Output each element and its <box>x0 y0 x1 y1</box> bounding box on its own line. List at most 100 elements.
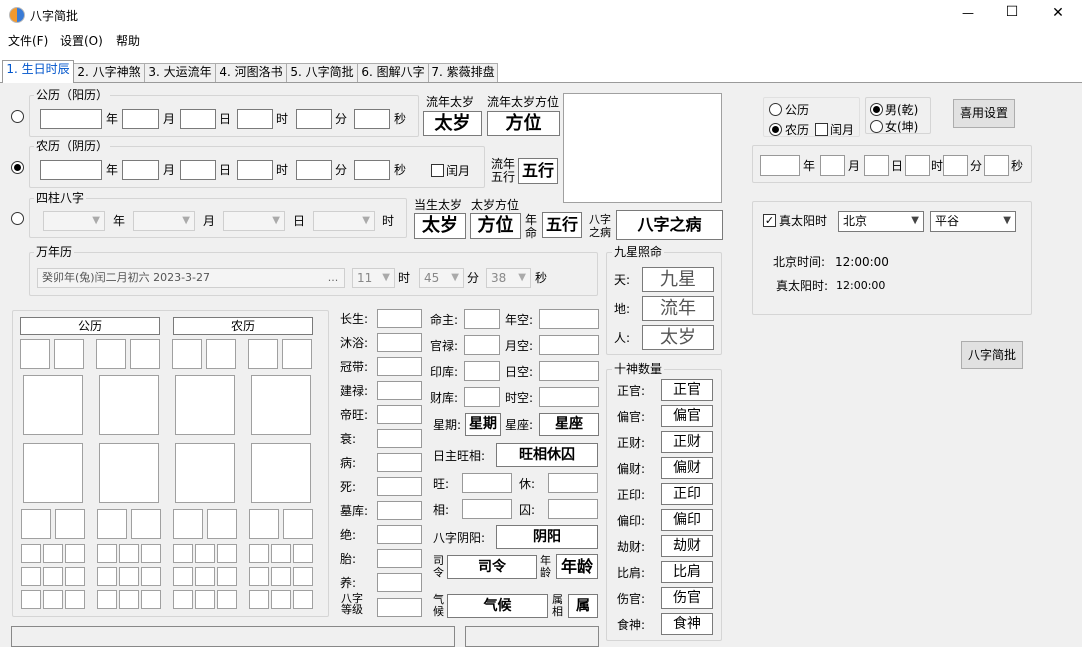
tab-dayun-liunian[interactable]: 3. 大运流年 <box>144 63 216 82</box>
yinyang-button[interactable]: 阴阳 <box>496 525 598 549</box>
chevron-down-icon: ▼ <box>518 272 526 283</box>
taisui-fangwei-button[interactable]: 方位 <box>470 213 521 239</box>
menu-help[interactable]: 帮助 <box>116 32 140 49</box>
district-select[interactable]: 平谷 ▼ <box>930 211 1016 232</box>
pillars-radio[interactable] <box>11 212 24 225</box>
tab-bazi-jianpi[interactable]: 5. 八字简批 <box>286 63 358 82</box>
xiyong-settings-button[interactable]: 喜用设置 <box>953 99 1015 128</box>
qihou-button[interactable]: 气候 <box>447 594 548 618</box>
menu-file[interactable]: 文件(F) <box>8 32 48 49</box>
shishen-value-button[interactable]: 伤官 <box>661 587 713 609</box>
solar-month-input[interactable] <box>122 109 159 129</box>
lunar-hour-input[interactable] <box>237 160 273 180</box>
grid-tiny-cell <box>217 590 237 609</box>
lunar-radio[interactable] <box>11 161 24 174</box>
wannian-legend: 万年历 <box>34 244 75 260</box>
jiuxing-tian-label: 天: <box>614 273 631 287</box>
lifestage-value <box>377 357 422 376</box>
shishen-value-button[interactable]: 食神 <box>661 613 713 635</box>
siling-button[interactable]: 司令 <box>447 555 537 579</box>
pillar-month-select[interactable]: ▼ <box>133 211 195 231</box>
right-lunar-radio[interactable] <box>769 123 782 136</box>
shishen-value-button[interactable]: 偏官 <box>661 405 713 427</box>
grid-solar-header[interactable]: 公历 <box>20 317 160 335</box>
solar-day-input[interactable] <box>180 109 216 129</box>
jiuxing-taisui-button[interactable]: 太岁 <box>642 325 714 350</box>
wannian-second-label: 秒 <box>535 271 548 285</box>
female-radio[interactable] <box>870 120 883 133</box>
app-logo-icon <box>9 7 25 23</box>
solar-minute-input[interactable] <box>296 109 332 129</box>
true-solar-checkbox[interactable]: ✓ <box>763 214 776 227</box>
mingzhu-value <box>464 309 500 329</box>
lunar-month-input[interactable] <box>122 160 159 180</box>
shuxiang-button[interactable]: 属 <box>568 594 598 618</box>
qiu-label: 囚: <box>519 503 536 517</box>
liunian-taisui-button[interactable]: 太岁 <box>423 111 482 136</box>
tab-hetu-luoshu[interactable]: 4. 河图洛书 <box>215 63 287 82</box>
bazi-zhibing-button[interactable]: 八字之病 <box>616 210 723 240</box>
liunian-wuxing-button[interactable]: 五行 <box>518 158 558 184</box>
tab-birth-time[interactable]: 1. 生日时辰 <box>2 60 74 83</box>
wangxiang-button[interactable]: 旺相休囚 <box>496 443 598 467</box>
wannian-date-field[interactable]: 癸卯年(兔)闰二月初六 2023-3-27... <box>37 268 345 288</box>
city-select[interactable]: 北京 ▼ <box>838 211 924 232</box>
caiku-value <box>464 387 500 407</box>
right-hour-input[interactable] <box>905 155 930 176</box>
lunar-day-input[interactable] <box>180 160 216 180</box>
minimize-button[interactable]: — <box>948 6 988 20</box>
grid-small-cell <box>248 339 278 369</box>
shishen-value-button[interactable]: 劫财 <box>661 535 713 557</box>
close-button[interactable]: ✕ <box>1038 5 1078 21</box>
tab-tujie-bazi[interactable]: 6. 图解八字 <box>357 63 429 82</box>
dangsheng-taisui-button[interactable]: 太岁 <box>414 213 466 239</box>
lunar-year-label: 年 <box>106 163 119 177</box>
shishen-value-button[interactable]: 正印 <box>661 483 713 505</box>
lunar-minute-label: 分 <box>335 163 348 177</box>
right-second-input[interactable] <box>984 155 1009 176</box>
right-day-input[interactable] <box>864 155 889 176</box>
pillar-hour-select[interactable]: ▼ <box>313 211 375 231</box>
lunar-minute-input[interactable] <box>296 160 332 180</box>
solar-second-input[interactable] <box>354 109 390 129</box>
lunar-year-input[interactable] <box>40 160 102 180</box>
shishen-value-button[interactable]: 正财 <box>661 431 713 453</box>
shishen-value-button[interactable]: 比肩 <box>661 561 713 583</box>
male-radio[interactable] <box>870 103 883 116</box>
right-month-input[interactable] <box>820 155 845 176</box>
lunar-legend: 农历（阴历） <box>34 138 111 154</box>
xingzuo-button[interactable]: 星座 <box>539 413 599 436</box>
wannian-minute-select[interactable]: 45 ▼ <box>419 268 464 288</box>
jiuxing-button[interactable]: 九星 <box>642 267 714 292</box>
pillar-day-select[interactable]: ▼ <box>223 211 285 231</box>
bazi-jianpi-button[interactable]: 八字简批 <box>961 341 1023 369</box>
right-leap-checkbox[interactable] <box>815 123 828 136</box>
menu-settings[interactable]: 设置(O) <box>60 32 103 49</box>
right-year-input[interactable] <box>760 155 800 176</box>
grid-lunar-header[interactable]: 农历 <box>173 317 313 335</box>
liunian-taisui-dir-label: 流年太岁方位 <box>487 95 560 109</box>
maximize-button[interactable]: ☐ <box>992 4 1032 20</box>
xingqi-button[interactable]: 星期 <box>465 413 501 436</box>
solar-radio[interactable] <box>11 110 24 123</box>
nianling-button[interactable]: 年龄 <box>556 554 598 579</box>
wannian-second-select[interactable]: 38 ▼ <box>486 268 531 288</box>
shishen-value-button[interactable]: 正官 <box>661 379 713 401</box>
liunian-fangwei-button[interactable]: 方位 <box>487 111 560 136</box>
nianming-wuxing-button[interactable]: 五行 <box>542 212 582 238</box>
shishen-value-button[interactable]: 偏财 <box>661 457 713 479</box>
wannian-more-button[interactable]: ... <box>324 269 342 287</box>
solar-year-input[interactable] <box>40 109 102 129</box>
jiuxing-liunian-button[interactable]: 流年 <box>642 296 714 321</box>
lunar-second-input[interactable] <box>354 160 390 180</box>
tab-bazi-shensha[interactable]: 2. 八字神煞 <box>73 63 145 82</box>
wannian-hour-select[interactable]: 11 ▼ <box>352 268 395 288</box>
solar-hour-input[interactable] <box>237 109 273 129</box>
right-solar-radio[interactable] <box>769 103 782 116</box>
pillar-year-select[interactable]: ▼ <box>43 211 105 231</box>
grid-large-cell <box>175 375 235 435</box>
shishen-value-button[interactable]: 偏印 <box>661 509 713 531</box>
tab-ziwei-paipan[interactable]: 7. 紫薇排盘 <box>428 63 498 82</box>
lunar-leap-checkbox[interactable] <box>431 164 444 177</box>
right-minute-input[interactable] <box>943 155 968 176</box>
